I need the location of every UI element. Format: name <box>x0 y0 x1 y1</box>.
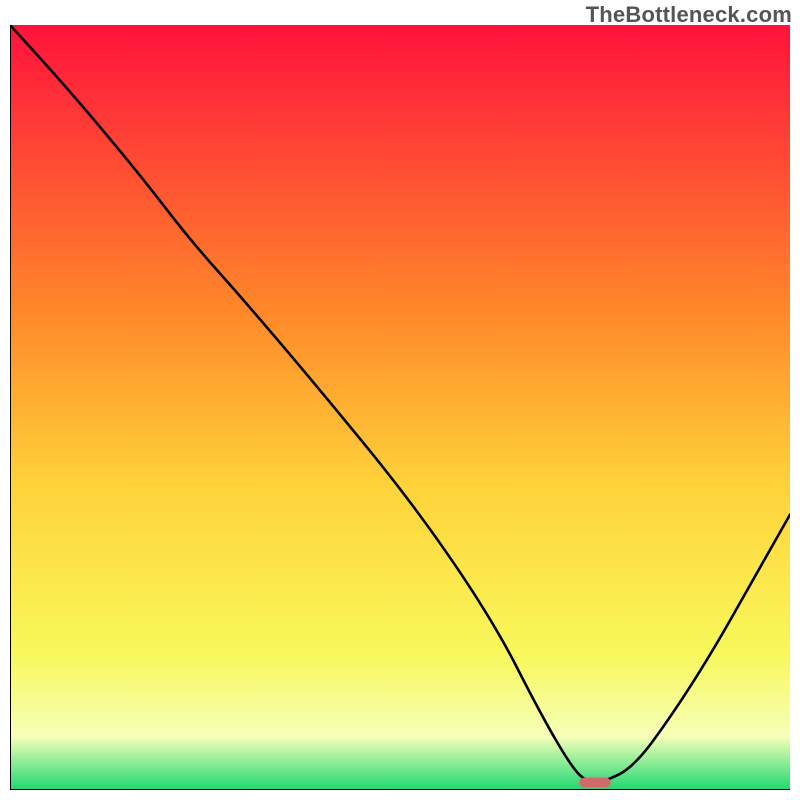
plot-area <box>10 25 790 790</box>
gradient-background <box>10 25 790 790</box>
chart-svg <box>10 25 790 790</box>
optimal-marker <box>579 778 610 787</box>
chart-container: TheBottleneck.com <box>0 0 800 800</box>
watermark-label: TheBottleneck.com <box>586 2 792 28</box>
